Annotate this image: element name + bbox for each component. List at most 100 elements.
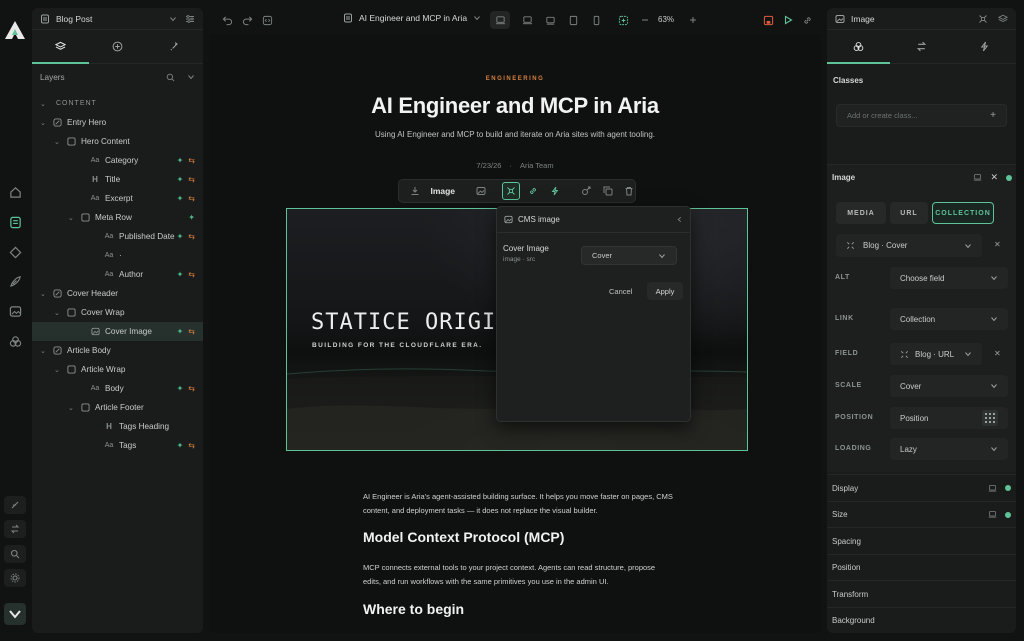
layer-row[interactable]: ⌄ Article Wrap [32, 360, 203, 379]
search-icon[interactable] [166, 73, 175, 82]
chevron-down-icon[interactable]: ⌄ [54, 309, 62, 317]
breakpoint-laptop-icon[interactable] [521, 14, 533, 26]
tab-ai[interactable] [146, 30, 203, 64]
layer-row[interactable]: ⌄ Entry Hero [32, 113, 203, 132]
page-icon[interactable] [7, 214, 23, 230]
page-settings-icon[interactable] [185, 14, 195, 24]
layer-row[interactable]: Aa Tags ✦ ⇆ [32, 436, 203, 455]
clear-binding-icon[interactable]: ✕ [994, 240, 1001, 249]
layer-row[interactable]: Aa Author ✦ ⇆ [32, 265, 203, 284]
breakpoint-desktop-icon[interactable] [544, 14, 556, 26]
page-selector[interactable]: Blog Post [32, 8, 203, 30]
zoom-in-icon[interactable] [687, 14, 699, 26]
layer-section-header[interactable]: ⌄ CONTENT [32, 94, 203, 113]
chevron-down-icon[interactable]: ⌄ [40, 290, 48, 298]
article-heading-mcp[interactable]: Model Context Protocol (MCP) [363, 529, 683, 545]
breakpoint-tablet-icon[interactable] [567, 14, 579, 26]
chevron-down-icon[interactable]: ⌄ [54, 366, 62, 374]
link-icon[interactable] [528, 185, 539, 197]
cancel-button[interactable]: Cancel [609, 287, 632, 296]
duplicate-icon[interactable] [602, 185, 613, 197]
source-tab-media[interactable]: MEDIA [836, 202, 886, 224]
layer-row[interactable]: Aa Excerpt ✦ ⇆ [32, 189, 203, 208]
save-icon[interactable] [762, 14, 774, 26]
collapse-icon[interactable] [187, 73, 195, 81]
plus-icon[interactable]: + [990, 110, 996, 121]
image-icon[interactable] [7, 303, 23, 319]
breakpoint-mobile-icon[interactable] [590, 14, 602, 26]
chevron-down-icon[interactable]: ⌄ [40, 347, 48, 355]
loading-select[interactable]: Lazy [890, 438, 1008, 460]
post-date[interactable]: 7/23/26 [476, 161, 501, 170]
section-display[interactable]: Display [827, 474, 1016, 501]
home-icon[interactable] [7, 184, 23, 200]
section-size[interactable]: Size [827, 500, 1016, 528]
app-logo[interactable] [4, 20, 26, 40]
article-paragraph-1[interactable]: AI Engineer is Aria's agent-assisted bui… [363, 490, 673, 518]
layer-row[interactable]: Cover Image ✦ ⇆ [32, 322, 203, 341]
settings-icon[interactable] [4, 569, 26, 587]
breakpoint-desktop-large-icon[interactable] [490, 11, 510, 29]
chevron-left-icon[interactable] [676, 216, 683, 223]
layer-row[interactable]: ⌄ Cover Header [32, 284, 203, 303]
layer-row[interactable]: Aa Published Date ✦ ⇆ [32, 227, 203, 246]
zoom-out-icon[interactable] [639, 14, 651, 26]
article-heading-begin[interactable]: Where to begin [363, 601, 683, 617]
ai-assist-icon[interactable] [617, 14, 629, 26]
alt-select[interactable]: Choose field [890, 267, 1008, 289]
source-tab-url[interactable]: URL [890, 202, 928, 224]
layer-row[interactable]: Aa Body ✦ ⇆ [32, 379, 203, 398]
source-tab-collection[interactable]: COLLECTION [932, 202, 994, 224]
close-icon[interactable]: ✕ [990, 172, 998, 183]
section-position[interactable]: Position [827, 553, 1016, 581]
search-icon[interactable] [4, 545, 26, 563]
select-parent-icon[interactable] [409, 185, 420, 197]
post-author[interactable]: Aria Team [520, 161, 554, 170]
layers-icon[interactable] [7, 333, 23, 349]
layer-row[interactable]: H Title ✦ ⇆ [32, 170, 203, 189]
cms-bind-icon[interactable] [502, 182, 520, 200]
undo-icon[interactable] [221, 14, 233, 26]
link-icon[interactable] [801, 14, 813, 26]
chevron-down-icon[interactable]: ⌄ [40, 119, 48, 127]
chevron-down-icon[interactable] [169, 15, 177, 23]
cms-bind-icon[interactable] [978, 14, 988, 24]
section-background[interactable]: Background [827, 606, 1016, 634]
zoom-level[interactable]: 63% [658, 15, 674, 24]
layer-row[interactable]: ⌄ Article Body [32, 341, 203, 360]
chevron-down-icon[interactable]: ⌄ [54, 138, 62, 146]
layer-row[interactable]: ⌄ Meta Row ✦ [32, 208, 203, 227]
layer-row[interactable]: Aa · [32, 246, 203, 265]
class-input[interactable]: Add or create class... + [836, 104, 1007, 127]
layer-row[interactable]: Aa Category ✦ ⇆ [32, 151, 203, 170]
chevron-down-icon[interactable]: ⌄ [68, 214, 76, 222]
position-grid-icon[interactable] [982, 410, 998, 426]
article-paragraph-2[interactable]: MCP connects external tools to your proj… [363, 561, 673, 589]
post-category[interactable]: ENGINEERING [209, 76, 821, 82]
component-icon[interactable] [7, 244, 23, 260]
collection-binding-select[interactable]: Blog · Cover [836, 234, 982, 257]
layer-row[interactable]: ⌄ Hero Content [32, 132, 203, 151]
play-icon[interactable] [782, 14, 794, 26]
image-section-header[interactable]: Image ✕ [832, 172, 1012, 183]
collapse-chevron-icon[interactable] [4, 603, 26, 625]
feather-icon[interactable] [4, 496, 26, 514]
canvas[interactable]: ENGINEERING AI Engineer and MCP in Aria … [209, 34, 821, 633]
brush-icon[interactable] [7, 273, 23, 289]
post-excerpt[interactable]: Using AI Engineer and MCP to build and i… [209, 130, 821, 139]
delete-icon[interactable] [624, 185, 635, 197]
tab-style[interactable] [827, 30, 890, 64]
apply-button[interactable]: Apply [647, 282, 683, 300]
interaction-bolt-icon[interactable] [549, 185, 560, 197]
replace-image-icon[interactable] [475, 185, 486, 197]
layer-row[interactable]: H Tags Heading [32, 417, 203, 436]
scale-select[interactable]: Cover [890, 375, 1008, 397]
page-title-selector[interactable]: AI Engineer and MCP in Aria [343, 13, 481, 23]
post-meta-row[interactable]: 7/23/26 · Aria Team [209, 161, 821, 170]
link-select[interactable]: Collection [890, 308, 1008, 330]
layers-stack-icon[interactable] [998, 14, 1008, 24]
post-title[interactable]: AI Engineer and MCP in Aria [209, 93, 821, 119]
cms-field-select[interactable]: Cover [581, 246, 677, 265]
chevron-down-icon[interactable]: ⌄ [68, 404, 76, 412]
layer-row[interactable]: ⌄ Cover Wrap [32, 303, 203, 322]
